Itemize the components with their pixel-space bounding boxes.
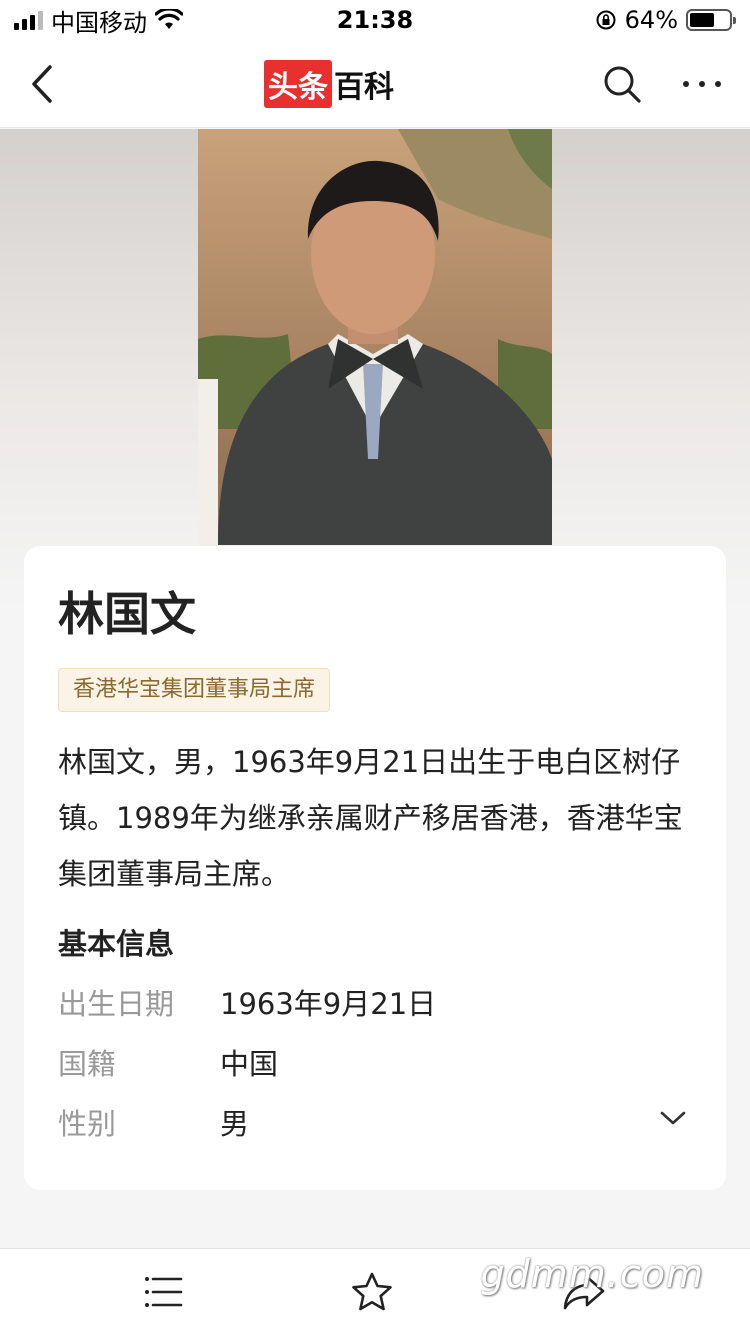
catalog-button[interactable] xyxy=(143,1272,183,1312)
status-right: 64% xyxy=(595,6,736,34)
expand-info-button[interactable] xyxy=(660,1110,686,1130)
rotation-lock-icon xyxy=(596,10,616,30)
carrier-label: 中国移动 xyxy=(51,8,147,37)
status-time: 21:38 xyxy=(336,6,414,34)
search-button[interactable] xyxy=(602,64,642,104)
info-row-gender: 性别 男 xyxy=(58,1092,692,1152)
back-arrow-icon xyxy=(32,64,52,103)
portrait-illustration xyxy=(198,129,552,545)
info-value: 1963年9月21日 xyxy=(220,987,437,1021)
status-left: 中国移动 xyxy=(14,3,183,38)
logo-toutiao: 头条 xyxy=(264,59,332,108)
basic-info-title: 基本信息 xyxy=(58,927,175,961)
hero-banner xyxy=(0,129,750,609)
info-row-birthdate: 出生日期 1963年9月21日 xyxy=(58,972,692,1032)
info-label: 出生日期 xyxy=(58,987,175,1021)
portrait-photo[interactable] xyxy=(198,129,552,545)
catalog-list-icon xyxy=(145,1276,183,1307)
watermark: gdmm.com xyxy=(480,1252,704,1296)
nav-actions xyxy=(602,64,722,104)
info-label: 国籍 xyxy=(58,1047,117,1081)
summary-card: 林国文 香港华宝集团董事局主席 林国文，男，1963年9月21日出生于电白区树仔… xyxy=(24,546,726,1190)
battery-fill xyxy=(690,13,715,27)
more-button[interactable] xyxy=(682,79,722,89)
summary-text: 林国文，男，1963年9月21日出生于电白区树仔镇。1989年为继承亲属财产移居… xyxy=(58,745,683,891)
search-icon xyxy=(604,66,641,103)
toutiao-baike-logo: 头条 百科 xyxy=(264,59,394,108)
page-title: 林国文 xyxy=(58,587,196,641)
wifi-icon xyxy=(155,9,183,29)
battery-icon xyxy=(686,9,736,31)
info-label: 性别 xyxy=(58,1107,117,1141)
title-tag[interactable]: 香港华宝集团董事局主席 xyxy=(58,668,331,712)
info-value: 男 xyxy=(220,1107,250,1141)
logo-baike: 百科 xyxy=(334,69,394,105)
more-dots-icon xyxy=(683,80,721,87)
signal-icon xyxy=(14,10,43,30)
info-row-nationality: 国籍 中国 xyxy=(58,1032,692,1092)
nav-bar: 头条 百科 xyxy=(0,40,750,128)
back-button[interactable] xyxy=(28,64,56,104)
chevron-down-icon xyxy=(660,1111,686,1125)
favorite-star-icon xyxy=(352,1272,392,1310)
basic-info-table: 出生日期 1963年9月21日 国籍 中国 性别 男 xyxy=(58,972,692,1152)
info-value: 中国 xyxy=(220,1047,279,1081)
favorite-button[interactable] xyxy=(350,1271,394,1313)
battery-percent: 64% xyxy=(624,6,678,34)
status-bar: 中国移动 21:38 64% xyxy=(0,0,750,40)
